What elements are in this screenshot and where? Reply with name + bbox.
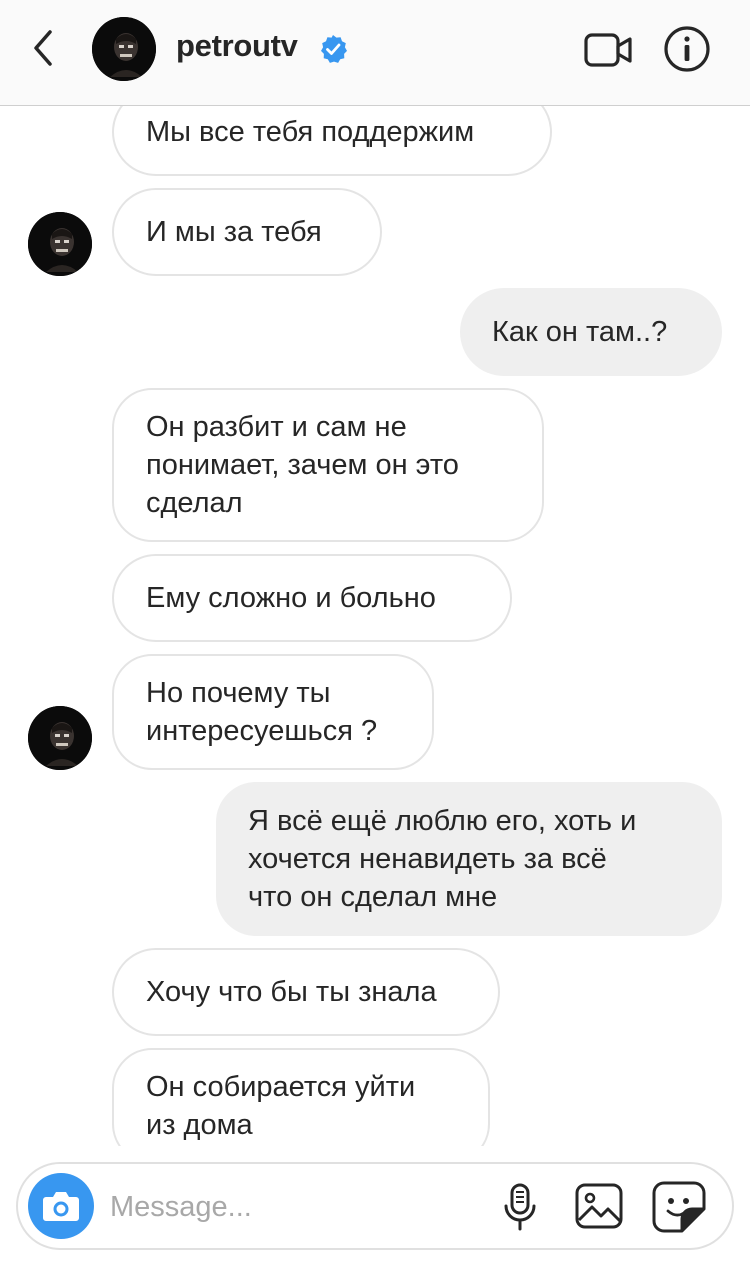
message-text: Он собирается уйти из дома — [146, 1071, 416, 1141]
message-text: И мы за тебя — [146, 216, 322, 248]
video-call-button[interactable] — [584, 30, 634, 70]
voice-message-button[interactable] — [502, 1182, 538, 1232]
outgoing-message[interactable]: Как он там..? — [460, 288, 722, 376]
message-input[interactable] — [110, 1186, 490, 1228]
incoming-message[interactable]: Ему сложно и больно — [112, 554, 512, 642]
microphone-icon — [504, 1183, 536, 1231]
avatar[interactable] — [92, 17, 156, 81]
outgoing-message[interactable]: Я всё ещё люблю его, хоть и хочется нена… — [216, 782, 722, 936]
chat-username[interactable]: petroutv — [176, 28, 298, 64]
chevron-left-icon — [34, 30, 52, 66]
incoming-message[interactable]: И мы за тебя — [112, 188, 382, 276]
camera-button[interactable] — [28, 1173, 94, 1239]
message-text: Но почему ты интересуешься ? — [146, 677, 378, 747]
info-icon — [664, 26, 710, 72]
gallery-button[interactable] — [574, 1182, 626, 1232]
image-gallery-icon — [575, 1183, 623, 1229]
profile-photo — [28, 706, 92, 770]
message-text: Он разбит и сам не понимает, зачем он эт… — [146, 411, 459, 519]
message-text: Я всё ещё люблю его, хоть и хочется нена… — [248, 805, 637, 913]
message-composer — [16, 1162, 734, 1250]
message-thread[interactable]: Мы все тебя поддержим И мы за тебя Как о… — [0, 106, 750, 1146]
chat-header: petroutv — [0, 0, 750, 106]
profile-photo — [92, 17, 156, 81]
incoming-message[interactable]: Хочу что бы ты знала — [112, 948, 500, 1036]
message-text: Хочу что бы ты знала — [146, 976, 437, 1008]
message-text: Как он там..? — [492, 316, 668, 348]
video-camera-icon — [584, 33, 632, 67]
sticker-icon — [652, 1181, 706, 1233]
verified-badge-icon — [318, 34, 348, 64]
info-button[interactable] — [662, 24, 712, 74]
incoming-message[interactable]: Но почему ты интересуешься ? — [112, 654, 434, 770]
sender-avatar[interactable] — [28, 212, 92, 276]
incoming-message[interactable]: Он разбит и сам не понимает, зачем он эт… — [112, 388, 544, 542]
incoming-message[interactable]: Он собирается уйти из дома — [112, 1048, 490, 1146]
message-text: Мы все тебя поддержим — [146, 116, 475, 148]
back-button[interactable] — [28, 26, 62, 70]
sender-avatar[interactable] — [28, 706, 92, 770]
sticker-button[interactable] — [652, 1180, 708, 1234]
profile-photo — [28, 212, 92, 276]
camera-icon — [43, 1192, 79, 1221]
incoming-message[interactable]: Мы все тебя поддержим — [112, 106, 552, 176]
message-text: Ему сложно и больно — [146, 582, 436, 614]
